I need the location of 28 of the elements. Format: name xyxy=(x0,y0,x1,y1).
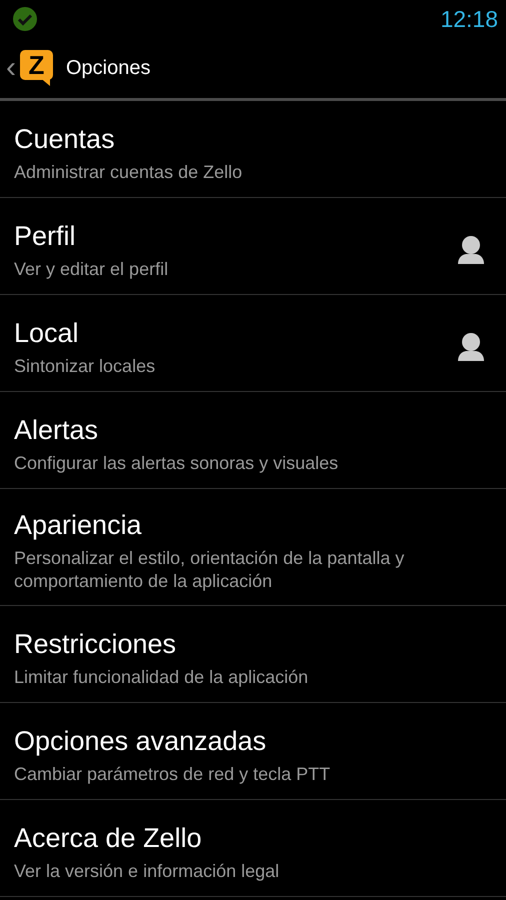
item-title: Local xyxy=(14,316,80,348)
item-summary: Limitar funcionalidad de la aplicación xyxy=(14,666,310,688)
item-summary: Personalizar el estilo, orientación de la pantalla y comportamiento de la aplicación xyxy=(14,547,406,593)
item-title: Cuentas xyxy=(14,122,116,154)
item-title: Perfil xyxy=(14,220,77,252)
item-summary: Ver la versión e información legal xyxy=(14,860,280,882)
settings-item[interactable]: Apariencia Personalizar el estilo, orientación de la pantalla y comportamiento de la aplicación xyxy=(0,489,506,606)
settings-item[interactable]: Alertas Configurar las alertas sonoras y visuales xyxy=(0,392,506,489)
item-title: Apariencia xyxy=(14,509,143,541)
item-summary: Cambiar parámetros de red y tecla PTT xyxy=(14,762,332,786)
screen-title: Opciones xyxy=(66,56,150,80)
settings-item[interactable]: Acerca de Zello Ver la versión e información legal xyxy=(0,800,506,897)
back-arrow[interactable]: ‹ xyxy=(2,53,20,83)
settings-item[interactable]: Local Sintonizar locales xyxy=(0,295,506,392)
item-summary: Configurar las alertas sonoras y visuales xyxy=(14,452,340,474)
item-title: Opciones avanzadas xyxy=(14,724,268,756)
app-logo: Z xyxy=(20,50,53,80)
settings-item[interactable]: Restricciones Limitar funcionalidad de la aplicación xyxy=(0,606,506,703)
item-summary: Sintonizar locales xyxy=(14,354,156,378)
item-summary: Administrar cuentas de Zello xyxy=(14,160,244,184)
clock-time: 12:18 xyxy=(440,6,498,32)
item-title: Acerca de Zello xyxy=(14,822,203,854)
settings-item[interactable]: Cuentas Administrar cuentas de Zello xyxy=(0,101,506,198)
item-title: Alertas xyxy=(14,414,100,446)
item-title: Restricciones xyxy=(14,628,178,660)
settings-item[interactable]: Opciones avanzadas Cambiar parámetros de red y tecla PTT xyxy=(0,703,506,800)
settings-item[interactable]: Perfil Ver y editar el perfil xyxy=(0,198,506,295)
item-summary: Ver y editar el perfil xyxy=(14,258,170,280)
